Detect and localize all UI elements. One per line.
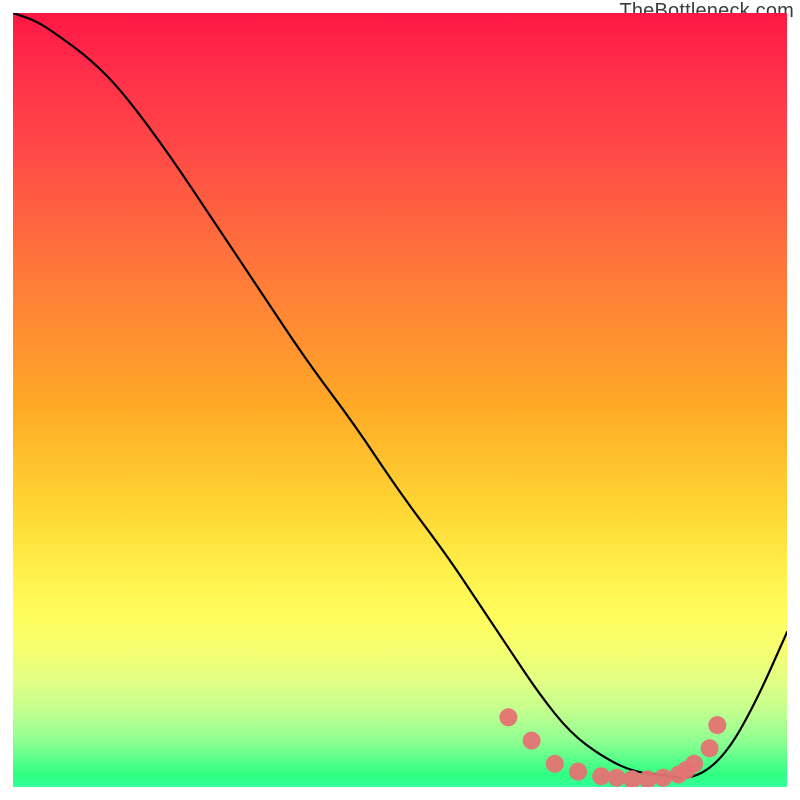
- chart-container: TheBottleneck.com: [0, 0, 800, 800]
- curve-marker-dot: [546, 755, 564, 773]
- curve-marker-dot: [654, 769, 672, 787]
- curve-marker-dot: [685, 755, 703, 773]
- curve-marker-dot: [523, 732, 541, 750]
- curve-markers: [499, 708, 726, 787]
- curve-marker-dot: [592, 767, 610, 785]
- plot-area: [13, 13, 787, 787]
- curve-marker-dot: [708, 716, 726, 734]
- curve-marker-dot: [499, 708, 517, 726]
- curve-marker-dot: [608, 769, 626, 787]
- curve-marker-dot: [569, 763, 587, 781]
- bottleneck-curve: [13, 13, 787, 778]
- chart-overlay: [13, 13, 787, 787]
- curve-marker-dot: [701, 739, 719, 757]
